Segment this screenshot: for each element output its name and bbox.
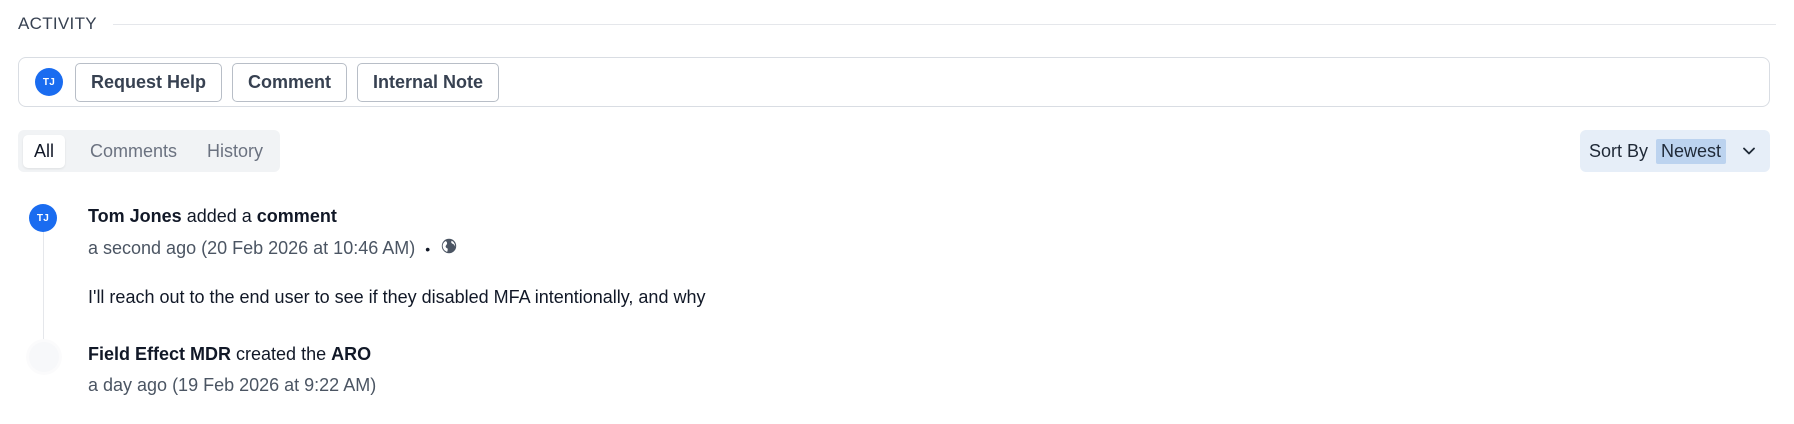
entry-time: a second ago (20 Feb 2026 at 10:46 AM) [88, 238, 416, 258]
sort-value: Newest [1656, 138, 1727, 164]
entry-timestamp-row: a day ago (19 Feb 2026 at 9:22 AM) [88, 375, 376, 396]
section-title: ACTIVITY [18, 14, 97, 33]
entry-heading: Field Effect MDR created the ARO [88, 344, 376, 365]
comment-body: I'll reach out to the end user to see if… [88, 287, 706, 307]
tab-all[interactable]: All [23, 134, 66, 168]
sort-label: Sort By [1589, 140, 1649, 161]
sort-dropdown[interactable]: Sort By Newest [1580, 130, 1770, 172]
avatar: TJ [35, 68, 63, 96]
chevron-down-icon[interactable] [1741, 143, 1757, 159]
activity-filter-tabs: All Comments History [18, 130, 280, 172]
entry-action: created the [236, 344, 327, 364]
request-help-button[interactable]: Request Help [75, 62, 223, 102]
activity-header: ACTIVITY [18, 12, 1776, 36]
entry-actor[interactable]: Field Effect MDR [88, 344, 231, 364]
separator-dot: • [425, 240, 431, 257]
entry-heading: Tom Jones added a comment [88, 206, 705, 227]
timeline-line [43, 230, 44, 350]
tab-comments[interactable]: Comments [79, 135, 188, 168]
entry-time: a day ago (19 Feb 2026 at 9:22 AM) [88, 375, 377, 395]
globe-icon [440, 237, 458, 260]
avatar: TJ [29, 204, 57, 232]
entry-action: added a [186, 206, 252, 226]
internal-note-button[interactable]: Internal Note [357, 62, 500, 102]
entry-timestamp-row: a second ago (20 Feb 2026 at 10:46 AM) • [88, 237, 705, 260]
activity-entry: Tom Jones added a comment a second ago (… [88, 206, 705, 308]
activity-panel: ACTIVITY TJ Request Help Comment Interna… [0, 0, 1794, 424]
activity-entry: Field Effect MDR created the ARO a day a… [88, 344, 376, 396]
header-divider [112, 23, 1776, 25]
entry-actor[interactable]: Tom Jones [88, 206, 182, 226]
tab-history[interactable]: History [196, 135, 274, 168]
activity-composer: TJ Request Help Comment Internal Note [18, 57, 1770, 107]
entry-object: comment [256, 206, 337, 226]
entry-object: ARO [331, 344, 372, 364]
timeline-node [29, 342, 59, 372]
comment-button[interactable]: Comment [232, 62, 348, 102]
